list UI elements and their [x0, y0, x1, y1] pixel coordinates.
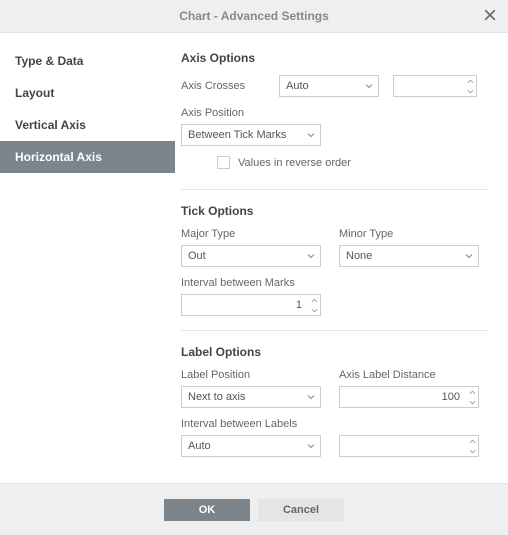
spinner-down-button[interactable] [466, 446, 478, 456]
interval-labels-spinner[interactable] [339, 435, 479, 457]
chevron-down-icon [306, 441, 316, 451]
section-divider [181, 330, 488, 331]
settings-sidebar: Type & Data Layout Vertical Axis Horizon… [0, 33, 175, 483]
axis-label-distance-spinner[interactable]: 100 [339, 386, 479, 408]
close-icon [484, 9, 496, 24]
section-divider [181, 189, 488, 190]
axis-label-distance-label: Axis Label Distance [339, 369, 479, 381]
sidebar-item-vertical-axis[interactable]: Vertical Axis [0, 109, 175, 141]
label-position-select[interactable]: Next to axis [181, 386, 321, 408]
section-heading-label-options: Label Options [181, 345, 488, 359]
sidebar-item-layout[interactable]: Layout [0, 77, 175, 109]
interval-marks-label: Interval between Marks [181, 277, 321, 289]
button-label: OK [199, 504, 216, 516]
spinner-value: 1 [182, 295, 308, 315]
select-value: Between Tick Marks [188, 129, 286, 141]
dialog-body: Type & Data Layout Vertical Axis Horizon… [0, 33, 508, 483]
sidebar-item-label: Layout [15, 86, 54, 100]
select-value: None [346, 250, 372, 262]
major-type-label: Major Type [181, 228, 321, 240]
minor-type-label: Minor Type [339, 228, 479, 240]
dialog-titlebar: Chart - Advanced Settings [0, 0, 508, 33]
sidebar-item-label: Vertical Axis [15, 118, 86, 132]
spinner-down-button[interactable] [308, 305, 320, 315]
chevron-down-icon [364, 81, 374, 91]
chart-advanced-settings-dialog: Chart - Advanced Settings Type & Data La… [0, 0, 508, 535]
chevron-down-icon [306, 392, 316, 402]
axis-crosses-value-spinner[interactable] [393, 75, 477, 97]
ok-button[interactable]: OK [164, 499, 250, 521]
interval-marks-spinner[interactable]: 1 [181, 294, 321, 316]
spinner-value: 100 [340, 387, 466, 407]
sidebar-item-horizontal-axis[interactable]: Horizontal Axis [0, 141, 175, 173]
spinner-up-button[interactable] [308, 295, 320, 305]
dialog-title: Chart - Advanced Settings [0, 9, 508, 23]
axis-crosses-select[interactable]: Auto [279, 75, 379, 97]
chevron-down-icon [306, 251, 316, 261]
spinner-down-button[interactable] [466, 397, 478, 407]
label-position-label: Label Position [181, 369, 321, 381]
close-button[interactable] [480, 6, 500, 26]
values-reverse-order-label: Values in reverse order [238, 157, 351, 169]
chevron-down-icon [464, 251, 474, 261]
spinner-value [394, 76, 464, 96]
spinner-down-button[interactable] [464, 86, 476, 96]
cancel-button[interactable]: Cancel [258, 499, 344, 521]
major-type-select[interactable]: Out [181, 245, 321, 267]
interval-labels-select[interactable]: Auto [181, 435, 321, 457]
spinner-up-button[interactable] [466, 387, 478, 397]
select-value: Auto [286, 80, 309, 92]
axis-position-select[interactable]: Between Tick Marks [181, 124, 321, 146]
minor-type-select[interactable]: None [339, 245, 479, 267]
select-value: Auto [188, 440, 211, 452]
axis-position-label: Axis Position [181, 107, 321, 119]
values-reverse-order-checkbox[interactable] [217, 156, 230, 169]
interval-labels-label: Interval between Labels [181, 418, 488, 430]
chevron-down-icon [306, 130, 316, 140]
spinner-up-button[interactable] [466, 436, 478, 446]
select-value: Next to axis [188, 391, 245, 403]
spinner-value [340, 436, 466, 456]
spinner-up-button[interactable] [464, 76, 476, 86]
sidebar-item-label: Type & Data [15, 54, 83, 68]
dialog-footer: OK Cancel [0, 483, 508, 535]
select-value: Out [188, 250, 206, 262]
sidebar-item-label: Horizontal Axis [15, 150, 102, 164]
sidebar-item-type-data[interactable]: Type & Data [0, 45, 175, 77]
button-label: Cancel [283, 504, 319, 516]
section-heading-axis-options: Axis Options [181, 51, 488, 65]
axis-crosses-label: Axis Crosses [181, 80, 265, 92]
settings-panel-horizontal-axis: Axis Options Axis Crosses Auto [175, 33, 508, 483]
section-heading-tick-options: Tick Options [181, 204, 488, 218]
